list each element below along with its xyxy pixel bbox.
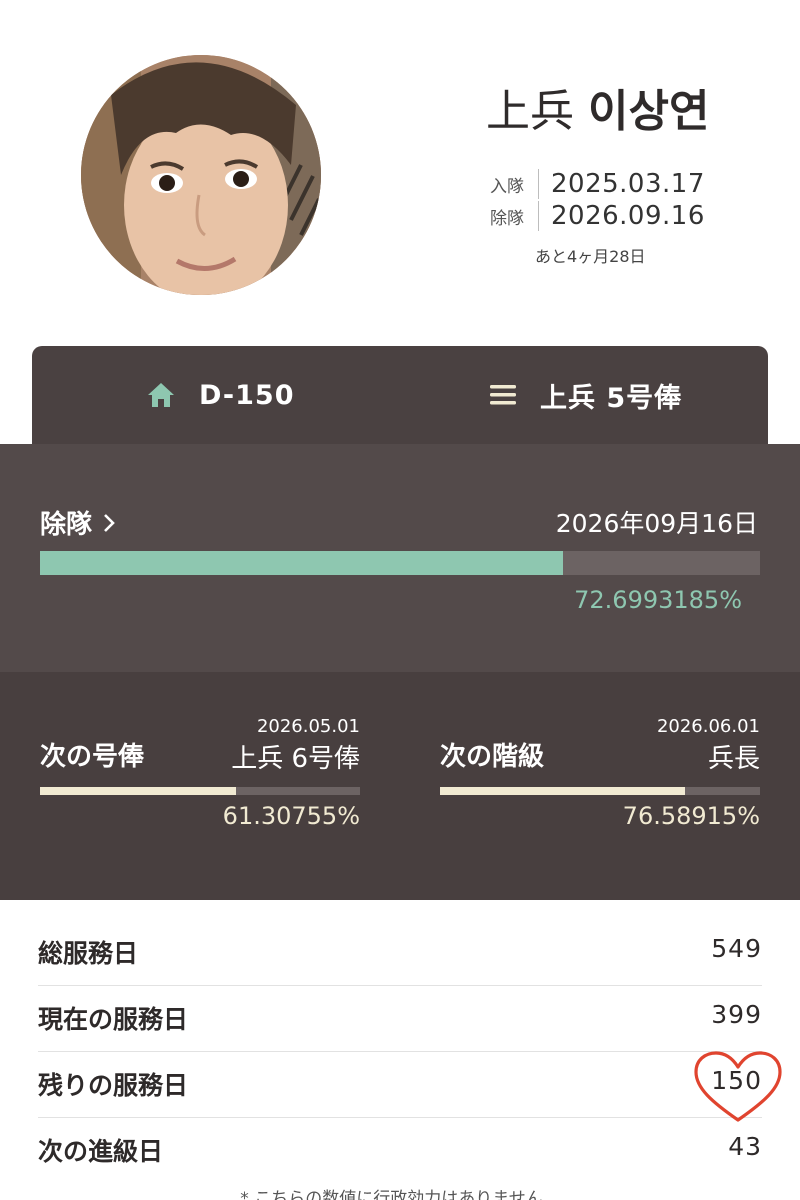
rank-label: 上兵: [486, 86, 574, 137]
rank-name-heading: 上兵 이상연: [486, 86, 709, 138]
avatar-photo: [81, 55, 321, 295]
remaining-time: あと4ヶ月28日: [535, 247, 646, 266]
stat-value: 399: [711, 1000, 762, 1029]
tab-pay-grade-label: 上兵 5号俸: [540, 382, 683, 414]
next-rank-date: 2026.06.01: [656, 716, 760, 737]
profile-avatar: [81, 55, 321, 295]
tab-dday[interactable]: D-150: [147, 346, 294, 444]
stat-row-remaining: 残りの服務日 150: [38, 1052, 762, 1118]
discharge-row: 除隊 2026.09.16: [490, 200, 730, 232]
stat-label: 総服務日: [38, 939, 139, 968]
service-stats-list: 総服務日 549 現在の服務日 399 残りの服務日 150 次の進級日 43: [38, 920, 762, 1184]
discharge-date: 2026.09.16: [538, 201, 705, 231]
stat-label: 次の進級日: [38, 1137, 164, 1166]
next-rank-progress-bar: [440, 787, 760, 795]
discharge-label: 除隊: [490, 208, 524, 229]
discharge-link[interactable]: 除隊: [40, 504, 116, 541]
next-pay-grade-label: 次の号俸: [40, 742, 145, 772]
next-rank-value: 兵長: [707, 744, 760, 774]
discharge-progress-fill: [40, 551, 564, 575]
stat-value: 549: [711, 934, 762, 963]
discharge-section: 除隊 2026年09月16日 72.6993185%: [0, 444, 800, 672]
stat-row-current: 現在の服務日 399: [38, 986, 762, 1052]
next-rank-percent: 76.58915%: [622, 802, 760, 830]
chevron-right-icon: [102, 512, 116, 534]
stat-label: 現在の服務日: [38, 1005, 189, 1034]
next-rank-label: 次の階級: [440, 742, 545, 772]
next-promotion-section: 2026.05.01 次の号俸 上兵 6号俸 61.30755% 2026.06…: [0, 672, 800, 900]
tab-pay-grade[interactable]: 上兵 5号俸: [490, 346, 682, 444]
heart-icon: [694, 1051, 782, 1122]
discharge-title: 除隊: [40, 510, 93, 540]
stat-row-next-promotion: 次の進級日 43: [38, 1118, 762, 1184]
stat-value: 43: [728, 1132, 762, 1161]
discharge-percent: 72.6993185%: [574, 586, 742, 614]
tab-bar: D-150 上兵 5号俸: [32, 346, 768, 444]
next-pay-grade-progress-fill: [40, 787, 237, 795]
service-dates: 入隊 2025.03.17 除隊 2026.09.16: [490, 168, 730, 232]
enlist-label: 入隊: [490, 176, 524, 197]
discharge-full-date: 2026年09月16日: [555, 509, 758, 538]
enlist-date: 2025.03.17: [538, 169, 705, 199]
next-rank: 2026.06.01 次の階級 兵長 76.58915%: [440, 672, 760, 900]
enlist-row: 入隊 2025.03.17: [490, 168, 730, 200]
next-pay-grade-value: 上兵 6号俸: [231, 744, 360, 774]
next-pay-grade-date: 2026.05.01: [256, 716, 360, 737]
soldier-name: 이상연: [588, 86, 710, 137]
home-icon: [147, 382, 175, 408]
disclaimer-footnote: * こちらの数値に行政効力はありません。: [240, 1189, 560, 1200]
discharge-progress-bar: [40, 551, 760, 575]
next-pay-grade-percent: 61.30755%: [222, 802, 360, 830]
next-pay-grade: 2026.05.01 次の号俸 上兵 6号俸 61.30755%: [40, 672, 360, 900]
next-rank-progress-fill: [440, 787, 686, 795]
stat-row-total: 総服務日 549: [38, 920, 762, 986]
tab-dday-label: D-150: [199, 379, 295, 411]
stat-label: 残りの服務日: [38, 1071, 189, 1100]
next-pay-grade-progress-bar: [40, 787, 360, 795]
menu-icon: [490, 385, 516, 405]
